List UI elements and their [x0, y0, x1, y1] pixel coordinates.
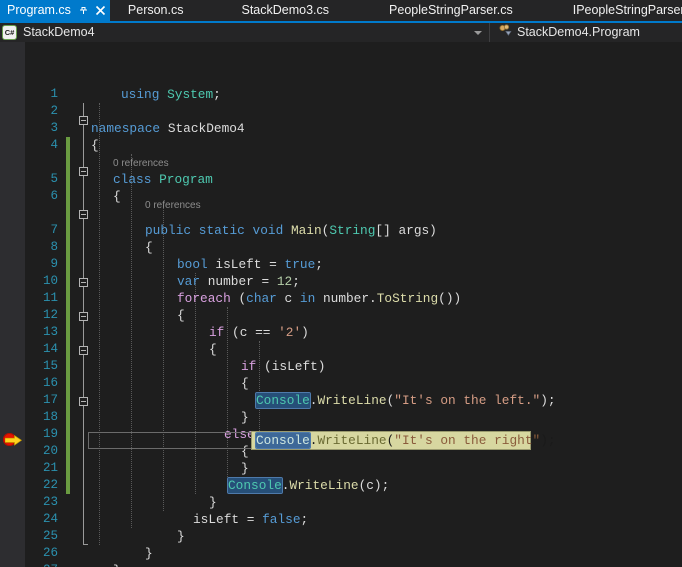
type-member-name: StackDemo4.Program	[517, 25, 640, 39]
code-line-5: class Program	[113, 172, 213, 187]
fold-toggle-line-3[interactable]	[79, 116, 88, 125]
tab-ipeoplestringparser-cs[interactable]: IPeopleStringParser.cs	[554, 0, 682, 21]
line-number: 7	[50, 223, 58, 237]
code-line-4: {	[91, 138, 99, 153]
code-line-26: }	[177, 529, 185, 544]
highlighted-reference: Console	[227, 477, 283, 494]
code-line-13: if (c == '2')	[209, 325, 309, 340]
highlighted-reference: Console	[255, 432, 311, 449]
code-line-10: var number = 12;	[177, 274, 300, 289]
project-dropdown[interactable]: C# StackDemo4	[0, 23, 489, 42]
close-icon[interactable]	[95, 5, 106, 16]
csharp-file-icon: C#	[3, 26, 16, 39]
tab-program-cs[interactable]: Program.cs	[0, 0, 110, 21]
tab-label: Program.cs	[7, 3, 71, 17]
code-surface[interactable]: 1 2 3 4 5 6 7 8 9 10 11 12 13 14 15 16 1…	[0, 42, 682, 567]
code-line-25: isLeft = false;	[193, 512, 309, 527]
line-number: 1	[50, 87, 58, 101]
line-number: 19	[42, 427, 58, 441]
line-number: 4	[50, 138, 58, 152]
navigation-bar: C# StackDemo4 StackDemo4.Program	[0, 23, 682, 42]
line-number: 22	[42, 478, 58, 492]
tab-actions	[78, 5, 106, 16]
codelens-method-references[interactable]: 0 references	[145, 197, 201, 214]
fold-toggle-line-7[interactable]	[79, 210, 88, 219]
codelens-class-references[interactable]: 0 references	[113, 155, 169, 172]
line-number: 9	[50, 257, 58, 271]
code-line-28: }	[113, 562, 121, 567]
line-number: 25	[42, 529, 58, 543]
code-line-6: {	[113, 189, 121, 204]
line-number: 16	[42, 376, 58, 390]
class-icon	[498, 23, 512, 42]
line-number: 14	[42, 342, 58, 356]
line-number: 15	[42, 359, 58, 373]
code-line-12: {	[177, 308, 185, 323]
fold-toggle-line-15[interactable]	[79, 346, 88, 355]
line-number: 10	[42, 274, 58, 288]
line-number: 18	[42, 410, 58, 424]
unsaved-change-bar	[66, 137, 70, 494]
tab-label: StackDemo3.cs	[241, 3, 330, 17]
fold-toggle-line-13[interactable]	[79, 312, 88, 321]
code-line-22: }	[241, 461, 249, 476]
code-line-16: {	[241, 376, 249, 391]
line-number: 2	[50, 104, 58, 118]
code-editor[interactable]: 1 2 3 4 5 6 7 8 9 10 11 12 13 14 15 16 1…	[0, 42, 682, 567]
line-number: 12	[42, 308, 58, 322]
indent-guide	[99, 103, 101, 545]
tab-stackdemo3-cs[interactable]: StackDemo3.cs	[223, 0, 372, 21]
indent-guide	[131, 154, 133, 528]
code-line-11: foreach (char c in number.ToString())	[177, 291, 462, 306]
instruction-pointer-icon	[5, 435, 22, 446]
indent-guide	[163, 205, 165, 511]
code-line-1: using System;	[121, 87, 221, 102]
line-number: 3	[50, 121, 58, 135]
line-number: 13	[42, 325, 58, 339]
code-line-9: bool isLeft = true;	[177, 257, 323, 272]
tab-label: Person.cs	[127, 3, 184, 17]
line-number: 5	[50, 172, 58, 186]
visual-studio-editor-window: Program.cs Person.cs StackDemo3.cs Peopl…	[0, 0, 682, 567]
line-number: 21	[42, 461, 58, 475]
tab-label: PeopleStringParser.cs	[389, 3, 513, 17]
code-line-3: namespace StackDemo4	[91, 121, 245, 136]
pin-icon[interactable]	[78, 5, 89, 16]
line-number: 23	[42, 495, 58, 509]
editor-tab-strip: Program.cs Person.cs StackDemo3.cs Peopl…	[0, 0, 682, 21]
code-line-7: public static void Main(String[] args)	[145, 223, 437, 238]
code-line-23: Console.WriteLine(c);	[227, 477, 390, 494]
code-line-14: {	[209, 342, 217, 357]
code-line-27: }	[145, 546, 153, 561]
code-line-15: if (isLeft)	[241, 359, 326, 374]
fold-toggle-line-5[interactable]	[79, 167, 88, 176]
code-line-24: }	[209, 495, 217, 510]
line-number: 11	[42, 291, 58, 305]
line-number: 24	[42, 512, 58, 526]
chevron-down-icon[interactable]	[474, 30, 482, 35]
code-line-17: Console.WriteLine("It's on the left.");	[255, 392, 556, 409]
breakpoint-marker[interactable]	[3, 432, 22, 447]
line-number: 27	[25, 562, 58, 567]
line-number: 20	[42, 444, 58, 458]
tab-peoplestringparser-cs[interactable]: PeopleStringParser.cs	[371, 0, 555, 21]
line-number: 6	[50, 189, 58, 203]
fold-toggle-line-19[interactable]	[79, 397, 88, 406]
type-member-dropdown[interactable]: StackDemo4.Program	[489, 23, 682, 42]
code-line-8: {	[145, 240, 153, 255]
tab-label: IPeopleStringParser.cs	[572, 3, 682, 17]
highlighted-reference: Console	[255, 392, 311, 409]
line-number: 17	[42, 393, 58, 407]
code-line-18: }	[241, 410, 249, 425]
code-line-21: Console.WriteLine("It's on the right");	[255, 432, 556, 449]
outline-bracket-end	[83, 544, 88, 545]
line-number: 8	[50, 240, 58, 254]
tab-person-cs[interactable]: Person.cs	[109, 0, 224, 21]
line-number: 26	[42, 546, 58, 560]
project-name: StackDemo4	[23, 25, 95, 39]
fold-toggle-line-11[interactable]	[79, 278, 88, 287]
